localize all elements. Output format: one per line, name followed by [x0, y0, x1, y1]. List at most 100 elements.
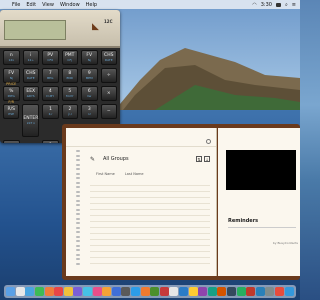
dock-app-icon[interactable]: [35, 287, 45, 296]
calculator-key-sub-label: MEM: [85, 76, 93, 80]
calculator-key[interactable]: PV CF0: [42, 50, 59, 65]
dock-app-icon[interactable]: [102, 287, 112, 296]
dock-app-icon[interactable]: [255, 287, 265, 296]
name-fields: First Name Last Name: [96, 172, 144, 176]
binder-ring: [76, 222, 80, 224]
dock-app-icon[interactable]: [284, 287, 294, 296]
dock-app-icon[interactable]: [159, 287, 169, 296]
binder-ring: [76, 159, 80, 161]
dock-app-icon[interactable]: [131, 287, 141, 296]
calculator-key-row: PRICE% INTG EEX ΔDYS 4 D.MY 5 M.DY 6 x̄w ×: [3, 82, 117, 101]
ruled-lines: [90, 180, 210, 268]
calculator-key[interactable]: 0x̄: [42, 140, 59, 143]
calculator-key[interactable]: 9 MEM: [81, 68, 98, 83]
search-icon[interactable]: [206, 139, 211, 144]
dock-app-icon[interactable]: [150, 287, 160, 296]
clock[interactable]: 3:30: [261, 2, 272, 8]
search-icon[interactable]: ⌕: [285, 2, 288, 8]
dock-app-icon[interactable]: [44, 287, 54, 296]
dock-app-icon[interactable]: [169, 287, 179, 296]
contact-photo-area: [226, 150, 296, 190]
calculator-key[interactable]: ÷: [100, 68, 117, 83]
dock-app-icon[interactable]: [236, 287, 246, 296]
dock-app-icon[interactable]: [226, 287, 236, 296]
calculator-key[interactable]: 1 x̂,r: [42, 104, 59, 119]
dock-app-icon[interactable]: [265, 287, 275, 296]
dock-app-icon[interactable]: [73, 287, 83, 296]
menu-file[interactable]: File: [12, 2, 20, 8]
dock-app-icon[interactable]: [274, 287, 284, 296]
calculator-key[interactable]: n 12x: [3, 50, 20, 65]
calculator-key[interactable]: i 12÷: [22, 50, 39, 65]
dock-app-icon[interactable]: [92, 287, 102, 296]
download-icon[interactable]: ↓: [204, 156, 210, 162]
calculator-key-label: ÷: [106, 73, 111, 78]
calculator-key-sub-label: DATE: [26, 76, 35, 80]
dock-app-icon[interactable]: [54, 287, 64, 296]
menu-help[interactable]: Help: [86, 2, 97, 8]
calculator-display: [4, 20, 66, 40]
calculator-key[interactable]: FV Nj: [81, 50, 98, 65]
calculator-key-sub-label: CF0: [47, 58, 54, 62]
menu-window[interactable]: Window: [60, 2, 80, 8]
menubar-status-area: ◠ 3:30 ⌕ ≡: [252, 2, 296, 8]
wifi-icon[interactable]: ◠: [252, 2, 256, 8]
calculator-key[interactable]: CHS DATE: [22, 68, 39, 83]
calculator-key[interactable]: 4 D.MY: [42, 86, 59, 101]
calculator-key[interactable]: −: [100, 104, 117, 119]
calculator-key-label: ×: [106, 91, 111, 96]
binder-ring: [76, 190, 80, 193]
binder-ring: [76, 172, 80, 175]
calculator-key[interactable]: 2 ŷ,r: [61, 104, 79, 119]
dock-app-icon[interactable]: [63, 287, 73, 296]
dock-app-icon[interactable]: [25, 287, 35, 296]
calculator-key[interactable]: FV Nj: [3, 68, 20, 83]
dock-app-icon[interactable]: [178, 287, 188, 296]
dock-app-icon[interactable]: [121, 287, 131, 296]
calculator-key-sub-label: D.MY: [46, 94, 55, 98]
pen-icon[interactable]: ✎: [90, 156, 96, 163]
calculator-key[interactable]: 7 BEG: [42, 68, 59, 83]
dock-app-icon[interactable]: [140, 287, 150, 296]
binder-ring: [76, 208, 80, 211]
battery-icon[interactable]: [275, 2, 281, 7]
dock-app-icon[interactable]: [83, 287, 93, 296]
calculator-key-shift-label: P/R: [8, 100, 15, 104]
control-center-icon[interactable]: ≡: [292, 2, 296, 8]
dock-app-icon[interactable]: [15, 287, 25, 296]
calculator-key[interactable]: P/R R/S PSE: [3, 100, 20, 119]
calculator-key-sub-label: x̂,r: [48, 112, 53, 116]
calculator-key[interactable]: PMT CFj: [61, 50, 78, 65]
calculator-key[interactable]: 5 M.DY: [61, 86, 78, 101]
last-name-label[interactable]: Last Name: [125, 172, 144, 176]
menu-view[interactable]: View: [42, 2, 54, 8]
contacts-page: ✎ All Groups ⇅ ↓ First Name Last Name: [74, 150, 214, 270]
dock-app-icon[interactable]: [198, 287, 208, 296]
dock-app-icon[interactable]: [217, 287, 227, 296]
dock-app-icon[interactable]: [111, 287, 121, 296]
calculator-key[interactable]: ×: [100, 86, 117, 101]
calculator-key[interactable]: 8 END: [61, 68, 78, 83]
binder-ring: [76, 217, 80, 220]
calculator-key[interactable]: ENTER LST x: [22, 104, 40, 137]
calculator-key[interactable]: EEX ΔDYS: [22, 86, 39, 101]
calculator-key-sub-label: 12x: [8, 58, 15, 62]
calculator-key[interactable]: 6 x̄w: [81, 86, 98, 101]
sort-order-icon[interactable]: ⇅: [196, 156, 202, 162]
dock-app-icon[interactable]: [6, 287, 16, 296]
dock-app-icon[interactable]: [246, 287, 256, 296]
calculator-key-row: n 12x i 12÷ PV CF0 PMT CFj FV Nj CHS DATE: [3, 50, 117, 65]
calculator-key-label: −: [106, 109, 111, 114]
calculator-key[interactable]: 3 n!: [81, 104, 98, 119]
dock-app-icon[interactable]: [207, 287, 217, 296]
calculator-key[interactable]: RCL: [3, 140, 20, 143]
calculator-key-sub-label: LST x: [26, 121, 35, 125]
calculator-key-sub-label: DATE: [104, 58, 113, 62]
dock-app-icon[interactable]: [188, 287, 198, 296]
calculator-key-sub-label: x̄w: [87, 94, 92, 98]
menu-edit[interactable]: Edit: [26, 2, 36, 8]
groups-title[interactable]: All Groups: [103, 156, 129, 162]
calculator-key[interactable]: CHS DATE: [100, 50, 117, 65]
calculator-key[interactable]: PRICE% INTG: [3, 82, 20, 101]
first-name-label[interactable]: First Name: [96, 172, 115, 176]
